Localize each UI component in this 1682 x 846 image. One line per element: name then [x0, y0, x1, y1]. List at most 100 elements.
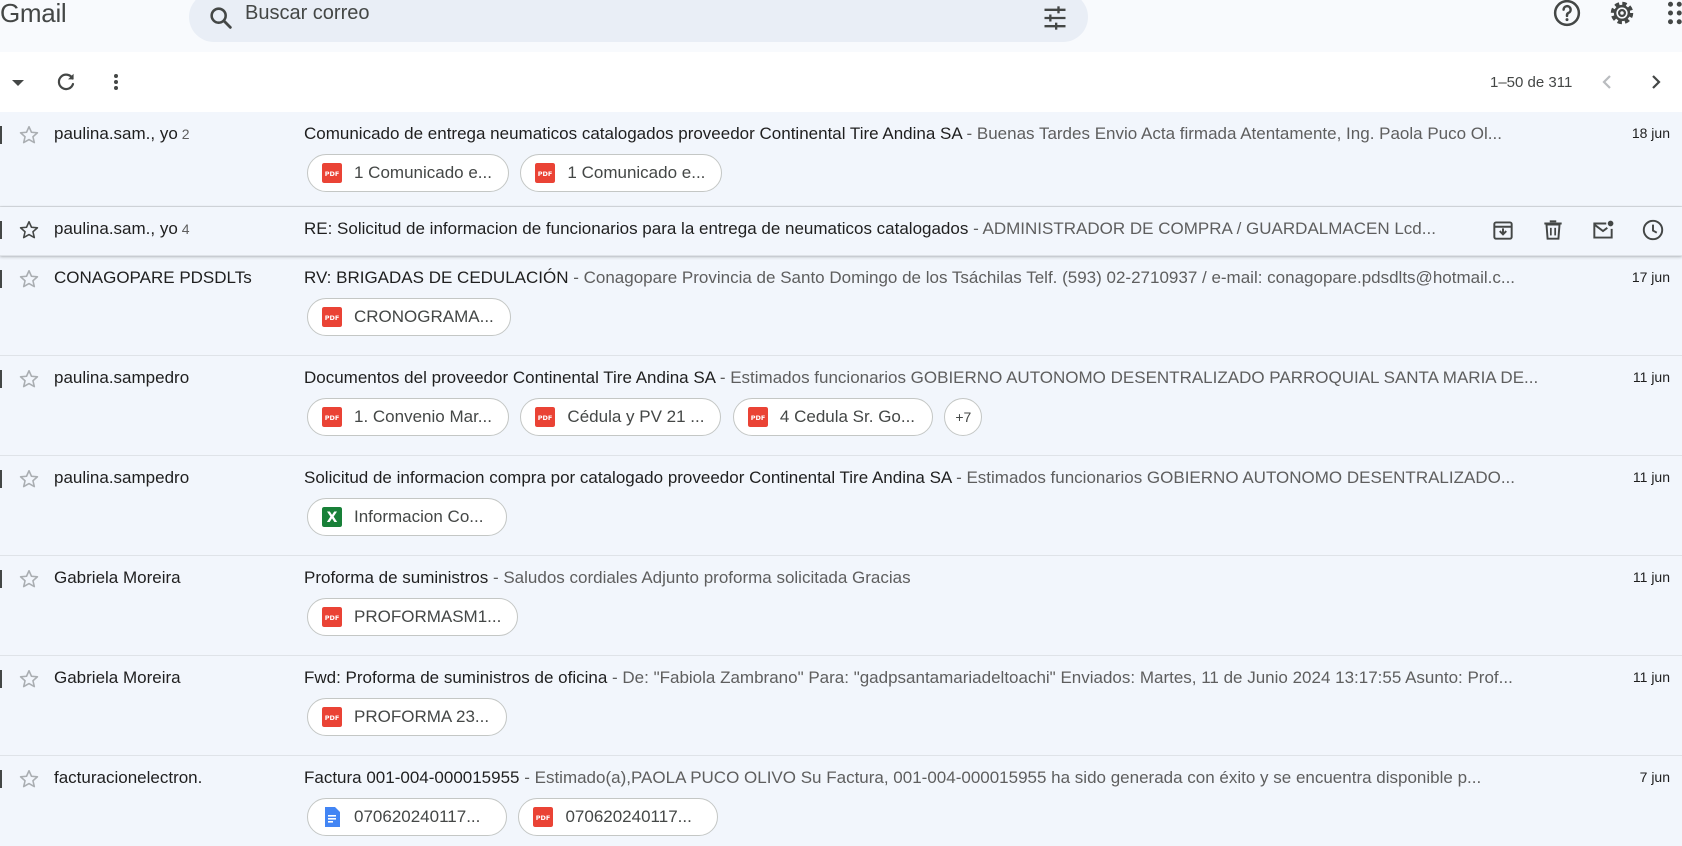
- star-icon[interactable]: [18, 368, 40, 390]
- attachment-chip[interactable]: PDF 070620240117...: [518, 798, 719, 836]
- svg-text:PDF: PDF: [325, 314, 340, 322]
- email-subject: Proforma de suministros: [304, 568, 489, 587]
- email-row[interactable]: Gabriela Moreira Proforma de suministros…: [0, 556, 1682, 656]
- email-date: 7 jun: [1639, 769, 1670, 785]
- select-checkbox[interactable]: [0, 770, 2, 788]
- more-vert-icon[interactable]: [104, 70, 128, 94]
- attachment-chip[interactable]: PDF 4 Cedula Sr. Go...: [732, 398, 933, 436]
- app-header: Gmail Buscar correo: [0, 0, 1682, 52]
- email-subject: Documentos del proveedor Continental Tir…: [304, 368, 716, 387]
- attachment-chip[interactable]: PDF PROFORMA 23...: [307, 698, 507, 736]
- attachment-chip[interactable]: PDF 1 Comunicado e...: [307, 154, 509, 192]
- email-row[interactable]: paulina.sam., yo 4 RE: Solicitud de infor…: [0, 207, 1682, 256]
- sender-name: Gabriela Moreira: [54, 668, 181, 687]
- pdf-icon: PDF: [747, 407, 768, 427]
- svg-text:PDF: PDF: [538, 170, 553, 178]
- more-attachments-badge[interactable]: +7: [944, 398, 983, 436]
- attachment-list: 070620240117... PDF 070620240117...: [307, 798, 725, 836]
- svg-text:PDF: PDF: [325, 170, 340, 178]
- email-subject: Comunicado de entrega neumaticos catalog…: [304, 124, 962, 143]
- attachment-chip[interactable]: PDF 1 Comunicado e...: [520, 154, 723, 192]
- mark-unread-icon[interactable]: [1590, 217, 1616, 243]
- search-options-icon[interactable]: [1041, 4, 1069, 32]
- sender-name: facturacionelectron.: [54, 768, 203, 787]
- search-bar[interactable]: Buscar correo: [189, 0, 1088, 42]
- pdf-icon: PDF: [322, 607, 342, 627]
- star-icon[interactable]: [18, 268, 40, 290]
- help-icon[interactable]: [1552, 0, 1582, 28]
- email-subject: RV: BRIGADAS DE CEDULACIÓN: [304, 268, 569, 287]
- snooze-clock-icon[interactable]: [1640, 217, 1666, 243]
- email-snippet: - Buenas Tardes Envio Acta firmada Atent…: [961, 124, 1502, 143]
- sender-name: paulina.sampedro: [54, 368, 190, 387]
- email-snippet: - De: "Fabiola Zambrano" Para: "gadpsant…: [607, 668, 1513, 687]
- email-date: 11 jun: [1632, 669, 1670, 685]
- email-line: RV: BRIGADAS DE CEDULACIÓN - Conagopare …: [304, 268, 1554, 288]
- email-row[interactable]: paulina.sampedro Documentos del proveedo…: [0, 356, 1682, 456]
- attachment-chip[interactable]: 070620240117...: [307, 798, 507, 836]
- email-snippet: - Estimados funcionarios GOBIERNO AUTONO…: [951, 468, 1515, 487]
- search-icon[interactable]: [207, 4, 235, 32]
- select-checkbox[interactable]: [0, 221, 2, 239]
- select-checkbox[interactable]: [0, 270, 2, 288]
- attachment-list: PDF 1. Convenio Mar... PDF Cédula y PV 21 …: [307, 398, 983, 436]
- email-row[interactable]: CONAGOPARE PDSDLTs RV: BRIGADAS DE CEDUL…: [0, 256, 1682, 356]
- apps-grid-icon[interactable]: [1664, 0, 1682, 28]
- chevron-left-icon[interactable]: [1595, 70, 1619, 94]
- email-date: 11 jun: [1632, 369, 1670, 385]
- pdf-icon: PDF: [322, 707, 342, 727]
- select-checkbox[interactable]: [0, 470, 2, 488]
- email-line: Fwd: Proforma de suministros de oficina …: [304, 668, 1554, 688]
- pdf-icon: PDF: [322, 307, 342, 327]
- refresh-icon[interactable]: [54, 70, 78, 94]
- search-input[interactable]: Buscar correo: [245, 2, 370, 25]
- pagination-range: 1–50 de 311: [1490, 74, 1573, 91]
- star-icon[interactable]: [18, 768, 40, 790]
- select-checkbox[interactable]: [0, 370, 2, 388]
- svg-text:PDF: PDF: [536, 814, 551, 822]
- attachment-chip[interactable]: PDF CRONOGRAMA...: [307, 298, 511, 336]
- email-row[interactable]: paulina.sam., yo 2 Comunicado de entrega …: [0, 112, 1682, 207]
- star-icon[interactable]: [18, 668, 40, 690]
- settings-gear-icon[interactable]: [1607, 0, 1637, 28]
- select-checkbox[interactable]: [0, 670, 2, 688]
- email-subject: Factura 001-004-000015955: [304, 768, 520, 787]
- thread-count: 4: [181, 221, 190, 237]
- select-dropdown-icon[interactable]: [6, 70, 30, 94]
- star-icon[interactable]: [18, 568, 40, 590]
- pdf-icon: PDF: [535, 163, 556, 183]
- pdf-icon: PDF: [322, 163, 342, 183]
- email-snippet: - Saludos cordiales Adjunto proforma sol…: [488, 568, 911, 587]
- gmail-logo[interactable]: Gmail: [0, 0, 67, 29]
- thread-count: 2: [181, 126, 190, 142]
- svg-text:PDF: PDF: [325, 614, 340, 622]
- attachment-chip[interactable]: PDF 1. Convenio Mar...: [307, 398, 509, 436]
- svg-text:PDF: PDF: [325, 714, 340, 722]
- attachment-list: PDF PROFORMA 23...: [307, 698, 514, 736]
- attachment-chip[interactable]: PDF PROFORMASM1...: [307, 598, 519, 636]
- row-actions: [1490, 217, 1680, 245]
- email-line: Documentos del proveedor Continental Tir…: [304, 368, 1554, 388]
- delete-icon[interactable]: [1540, 217, 1566, 243]
- email-date: 17 jun: [1631, 269, 1670, 285]
- star-icon[interactable]: [18, 468, 40, 490]
- star-icon[interactable]: [18, 219, 40, 241]
- archive-icon[interactable]: [1490, 217, 1516, 243]
- chevron-right-icon[interactable]: [1644, 70, 1668, 94]
- pdf-icon: PDF: [322, 407, 342, 427]
- email-date: 11 jun: [1632, 469, 1670, 485]
- list-toolbar: 1–50 de 311: [0, 52, 1682, 112]
- email-row[interactable]: paulina.sampedro Solicitud de informacio…: [0, 456, 1682, 556]
- star-icon[interactable]: [18, 124, 40, 146]
- email-row[interactable]: facturacionelectron. Factura 001-004-000…: [0, 756, 1682, 846]
- attachment-list: PDF PROFORMASM1...: [307, 598, 525, 636]
- attachment-chip[interactable]: X Informacion Co...: [307, 498, 507, 536]
- attachment-chip[interactable]: PDF Cédula y PV 21 ...: [520, 398, 722, 436]
- email-row[interactable]: Gabriela Moreira Fwd: Proforma de sumini…: [0, 656, 1682, 756]
- svg-text:PDF: PDF: [325, 414, 340, 422]
- email-subject: RE: Solicitud de informacion de funciona…: [304, 219, 969, 238]
- attachment-list: PDF CRONOGRAMA...: [307, 298, 518, 336]
- svg-text:X: X: [327, 510, 338, 526]
- select-checkbox[interactable]: [0, 126, 2, 144]
- select-checkbox[interactable]: [0, 570, 2, 588]
